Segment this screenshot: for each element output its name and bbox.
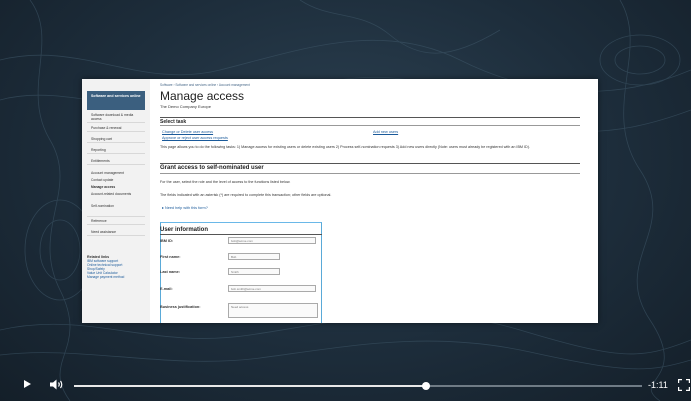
help-link[interactable]: ▸ Need help with this form? xyxy=(162,205,208,210)
sidebar-item-account-management[interactable]: Account management xyxy=(87,169,145,176)
justification-label: Business justification: xyxy=(160,305,201,309)
grant-access-heading: Grant access to self-nominated user xyxy=(160,165,264,171)
lesson-slide: Software and services online Software do… xyxy=(82,79,598,323)
approve-reject-link[interactable]: Approve or reject user access requests xyxy=(162,136,228,140)
divider xyxy=(160,234,322,235)
fullscreen-icon[interactable] xyxy=(678,379,690,391)
help-link-label: Need help with this form? xyxy=(164,206,208,210)
play-icon[interactable] xyxy=(24,380,31,388)
grant-intro-text: For the user, select the role and the le… xyxy=(160,180,291,184)
sidebar-subitem-self-nomination[interactable]: Self-nomination xyxy=(91,204,145,209)
left-navigation: Software and services online Software do… xyxy=(82,79,150,323)
sidebar-subitem-contact-update[interactable]: Contact update xyxy=(91,178,145,183)
time-remaining: -1:11 xyxy=(648,380,668,390)
volume-icon[interactable] xyxy=(50,379,64,390)
sidebar-item-shopping-cart[interactable]: Shopping cart xyxy=(87,135,145,143)
player-controls: -1:11 xyxy=(0,370,691,401)
required-fields-note: The fields indicated with an asterisk (*… xyxy=(160,193,332,197)
seek-handle[interactable] xyxy=(422,382,431,390)
sidebar-item-download[interactable]: Software download & media access xyxy=(87,111,145,123)
ibm-id-field[interactable]: bob@acme.com xyxy=(228,237,316,244)
add-new-users-link[interactable]: Add new users xyxy=(373,130,398,134)
sidebar-item-reporting[interactable]: Reporting xyxy=(87,146,145,154)
sidebar-item-entitlements[interactable]: Entitlements xyxy=(87,157,145,165)
divider xyxy=(160,173,580,174)
page-title: Manage access xyxy=(160,89,245,103)
seek-bar-progress xyxy=(74,385,427,387)
video-player: Software and services online Software do… xyxy=(0,0,691,401)
main-content: Software › Software and services online … xyxy=(160,79,592,323)
email-field[interactable]: bob.smith@acme.com xyxy=(228,285,316,292)
first-name-field[interactable]: Bob xyxy=(228,253,280,260)
sidebar-subitem-manage-access[interactable]: Manage access xyxy=(91,185,145,190)
help-arrow-icon: ▸ xyxy=(162,206,164,210)
breadcrumb[interactable]: Software › Software and services online … xyxy=(160,83,250,87)
sidebar-item-reference[interactable]: Reference xyxy=(87,216,145,225)
page-description: This page allows you to do the following… xyxy=(160,145,530,149)
seek-bar[interactable] xyxy=(74,382,642,390)
sidebar-item-software-services[interactable]: Software and services online xyxy=(87,91,145,110)
divider xyxy=(160,125,580,126)
user-information-heading: User information xyxy=(160,227,209,233)
divider xyxy=(160,117,580,118)
email-label: E-mail: xyxy=(160,287,173,291)
sidebar-item-purchase[interactable]: Purchase & renewal xyxy=(87,124,145,132)
company-name: The Demo Company Europe xyxy=(160,104,211,109)
justification-textarea[interactable]: Need access xyxy=(228,303,318,318)
last-name-label: Last name: xyxy=(160,270,181,274)
change-delete-access-link[interactable]: Change or Delete user access xyxy=(162,130,213,134)
related-link[interactable]: Manage payment method xyxy=(87,275,124,280)
ibm-id-label: IBM ID: xyxy=(160,239,174,243)
last-name-field[interactable]: Smith xyxy=(228,268,280,275)
first-name-label: First name: xyxy=(160,255,181,259)
sidebar-subitem-account-documents[interactable]: Account-related documents xyxy=(91,192,145,197)
sidebar-item-need-assistance[interactable]: Need assistance xyxy=(87,228,145,236)
divider xyxy=(160,163,580,164)
